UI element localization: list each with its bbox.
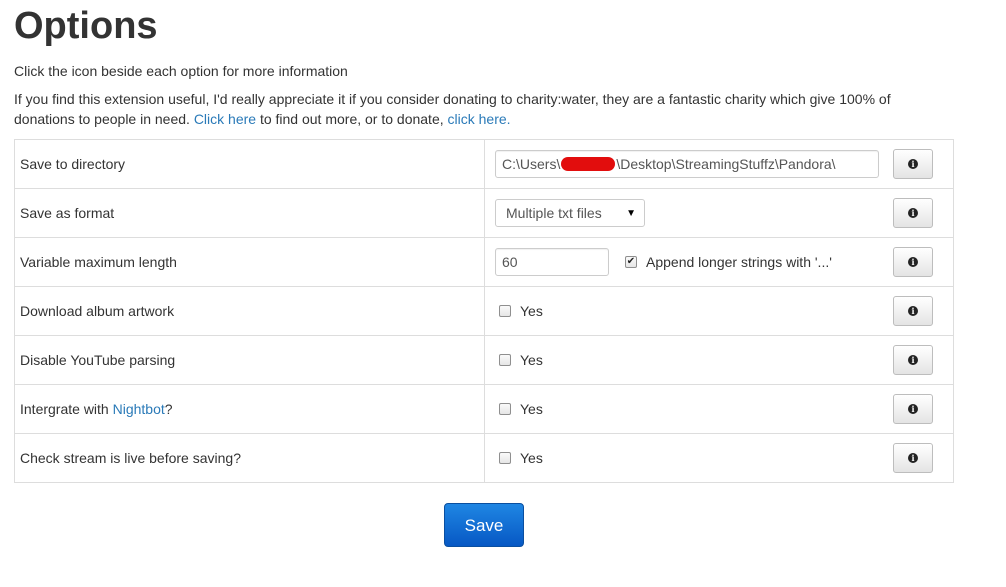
artwork-yes-label: Yes bbox=[520, 303, 543, 319]
nightbot-label-before: Intergrate with bbox=[20, 401, 113, 417]
donate-click-here-link[interactable]: Click here bbox=[194, 111, 256, 127]
youtube-yes-label: Yes bbox=[520, 352, 543, 368]
live-check-checkbox[interactable] bbox=[499, 452, 511, 464]
option-label-nightbot: Intergrate with Nightbot? bbox=[14, 384, 485, 434]
max-length-value: 60 bbox=[502, 254, 518, 270]
option-row-live-check: Check stream is live before saving? Yes … bbox=[14, 433, 954, 483]
option-row-max-length: Variable maximum length 60 ✔ Append long… bbox=[14, 237, 954, 287]
info-button-format[interactable]: i bbox=[893, 198, 933, 228]
info-icon: i bbox=[908, 306, 918, 316]
format-selected-value: Multiple txt files bbox=[506, 205, 602, 221]
append-label: Append longer strings with '...' bbox=[646, 254, 832, 270]
option-row-artwork: Download album artwork Yes i bbox=[14, 286, 954, 336]
option-label: Variable maximum length bbox=[14, 237, 485, 287]
save-area: Save bbox=[14, 503, 954, 547]
option-row-format: Save as format Multiple txt files ▼ i bbox=[14, 188, 954, 238]
options-table: Save to directory C:\Users\ \Desktop\Stre… bbox=[14, 139, 954, 483]
format-select[interactable]: Multiple txt files ▼ bbox=[495, 199, 645, 227]
nightbot-checkbox[interactable] bbox=[499, 403, 511, 415]
info-button-nightbot[interactable]: i bbox=[893, 394, 933, 424]
directory-suffix: \Desktop\StreamingStuffz\Pandora\ bbox=[616, 156, 836, 172]
donate-text-middle: to find out more, or to donate, bbox=[256, 111, 448, 127]
info-button-live-check[interactable]: i bbox=[893, 443, 933, 473]
youtube-checkbox[interactable] bbox=[499, 354, 511, 366]
info-icon: i bbox=[908, 208, 918, 218]
info-icon: i bbox=[908, 453, 918, 463]
nightbot-link[interactable]: Nightbot bbox=[113, 401, 165, 417]
info-button-artwork[interactable]: i bbox=[893, 296, 933, 326]
append-option: ✔ Append longer strings with '...' bbox=[625, 254, 832, 270]
info-icon: i bbox=[908, 404, 918, 414]
directory-input[interactable]: C:\Users\ \Desktop\StreamingStuffz\Pandor… bbox=[495, 150, 879, 178]
artwork-checkbox[interactable] bbox=[499, 305, 511, 317]
redacted-username bbox=[561, 157, 616, 171]
info-button-directory[interactable]: i bbox=[893, 149, 933, 179]
option-label: Download album artwork bbox=[14, 286, 485, 336]
option-label: Disable YouTube parsing bbox=[14, 335, 485, 385]
page-title: Options bbox=[14, 5, 158, 47]
nightbot-label-after: ? bbox=[164, 401, 173, 417]
option-label: Save to directory bbox=[14, 139, 485, 189]
info-button-max-length[interactable]: i bbox=[893, 247, 933, 277]
donate-link[interactable]: click here. bbox=[448, 111, 511, 127]
option-row-youtube: Disable YouTube parsing Yes i bbox=[14, 335, 954, 385]
append-checkbox[interactable]: ✔ bbox=[625, 256, 637, 268]
info-icon: i bbox=[908, 355, 918, 365]
max-length-input[interactable]: 60 bbox=[495, 248, 609, 276]
option-label: Check stream is live before saving? bbox=[14, 433, 485, 483]
options-page: Options Click the icon beside each optio… bbox=[0, 0, 1006, 587]
save-button[interactable]: Save bbox=[444, 503, 524, 547]
option-label: Save as format bbox=[14, 188, 485, 238]
caret-down-icon: ▼ bbox=[626, 207, 636, 219]
directory-prefix: C:\Users\ bbox=[502, 156, 561, 172]
donate-text: If you find this extension useful, I'd r… bbox=[14, 89, 934, 129]
nightbot-yes-label: Yes bbox=[520, 401, 543, 417]
live-check-yes-label: Yes bbox=[520, 450, 543, 466]
info-icon: i bbox=[908, 159, 918, 169]
intro-text: Click the icon beside each option for mo… bbox=[14, 63, 348, 79]
option-row-directory: Save to directory C:\Users\ \Desktop\Stre… bbox=[14, 139, 954, 189]
info-icon: i bbox=[908, 257, 918, 267]
option-row-nightbot: Intergrate with Nightbot? Yes i bbox=[14, 384, 954, 434]
info-button-youtube[interactable]: i bbox=[893, 345, 933, 375]
